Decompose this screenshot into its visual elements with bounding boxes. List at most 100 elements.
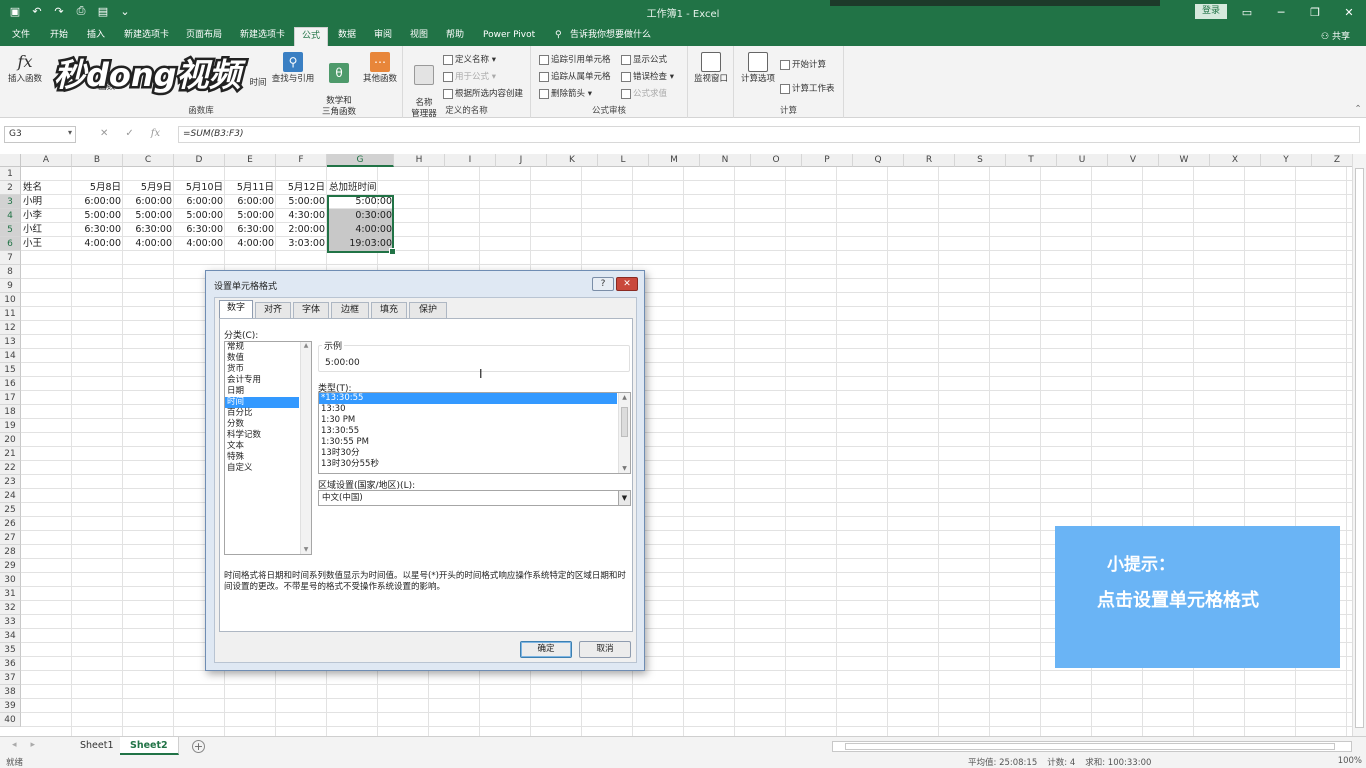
column-header[interactable]: H [394,154,445,167]
create-from-selection-button[interactable]: 根据所选内容创建 [443,87,523,99]
cell[interactable]: 19:03:00 [327,237,394,251]
formula-input[interactable]: =SUM(B3:F3) [178,126,1360,143]
tab-new-1[interactable]: 新建选项卡 [120,27,173,46]
dialog-tab-number[interactable]: 数字 [219,300,253,319]
tab-formulas[interactable]: 公式 [294,27,328,46]
category-item[interactable]: 日期 [225,386,311,397]
cell[interactable]: 5:00:00 [225,209,276,223]
trace-precedents-button[interactable]: 追踪引用单元格 [539,53,611,65]
tab-review[interactable]: 审阅 [370,27,396,46]
cell[interactable]: 4:00:00 [123,237,174,251]
type-item[interactable]: 13时30分55秒 [319,459,617,470]
column-header[interactable]: R [904,154,955,167]
row-header[interactable]: 11 [0,307,21,321]
category-item[interactable]: 文本 [225,441,311,452]
dialog-tab-fill[interactable]: 填充 [371,302,407,318]
tab-view[interactable]: 视图 [406,27,432,46]
chevron-down-icon[interactable]: ▼ [618,491,630,505]
tab-power-pivot[interactable]: Power Pivot [479,27,539,46]
cell[interactable]: 6:00:00 [174,195,225,209]
cell[interactable]: 5月9日 [123,181,174,195]
sheet-nav-arrows[interactable]: ◂▸ [12,740,49,750]
row-header[interactable]: 4 [0,209,21,223]
cell[interactable]: 6:30:00 [123,223,174,237]
column-header[interactable]: A [21,154,72,167]
cell[interactable]: 5月12日 [276,181,327,195]
cell[interactable]: 5月11日 [225,181,276,195]
scroll-down-icon[interactable]: ▼ [301,546,311,553]
column-header[interactable]: K [547,154,598,167]
row-header[interactable]: 2 [0,181,21,195]
zoom-level[interactable]: 100% [1338,756,1362,766]
dialog-tab-alignment[interactable]: 对齐 [255,302,291,318]
maximize-icon[interactable]: ❐ [1298,0,1332,24]
enter-icon[interactable]: ✓ [125,128,133,139]
tell-me-input[interactable]: 告诉我你想要做什么 [566,27,655,46]
cell[interactable]: 小明 [21,195,72,209]
type-item[interactable]: 1:30 PM [319,415,617,426]
row-header[interactable]: 34 [0,629,21,643]
tab-new-2[interactable]: 新建选项卡 [236,27,289,46]
row-header[interactable]: 22 [0,461,21,475]
column-header[interactable]: X [1210,154,1261,167]
share-button[interactable]: ⚇ 共享 [1321,29,1350,42]
cell[interactable]: 5:00:00 [327,195,394,209]
row-header[interactable]: 30 [0,573,21,587]
tell-me-icon[interactable]: ⚲ [551,27,566,46]
column-header[interactable]: M [649,154,700,167]
cell[interactable]: 5:00:00 [276,195,327,209]
scroll-up-icon[interactable]: ▲ [619,394,630,401]
category-item[interactable]: 数值 [225,353,311,364]
type-list[interactable]: *13:30:55 13:30 1:30 PM 13:30:55 1:30:55 PM 1… [318,392,631,474]
watch-window-button[interactable]: 监视窗口 [690,52,732,85]
row-header[interactable]: 28 [0,545,21,559]
column-header[interactable]: C [123,154,174,167]
column-header[interactable]: F [276,154,327,167]
category-item[interactable]: 科学记数 [225,430,311,441]
column-header[interactable]: N [700,154,751,167]
cell[interactable]: 6:00:00 [225,195,276,209]
row-header[interactable]: 1 [0,167,21,181]
calculation-options-button[interactable]: 计算选项 [738,52,778,85]
category-scrollbar[interactable]: ▲ ▼ [300,342,311,554]
collapse-ribbon-icon[interactable]: ⌃ [1352,104,1364,115]
lookup-reference-button[interactable]: ⚲ 查找与引用 [270,52,316,85]
cell[interactable]: 2:00:00 [276,223,327,237]
define-name-button[interactable]: 定义名称 ▾ [443,53,496,65]
tab-page-layout[interactable]: 页面布局 [182,27,226,46]
calculate-now-button[interactable]: 开始计算 [780,58,826,70]
row-header[interactable]: 27 [0,531,21,545]
sheet-tab-sheet2[interactable]: Sheet2 [120,737,179,755]
column-header[interactable]: V [1108,154,1159,167]
row-header[interactable]: 9 [0,279,21,293]
row-header[interactable]: 13 [0,335,21,349]
name-box[interactable]: G3 [4,126,76,143]
category-item[interactable]: 常规 [225,342,311,353]
row-header[interactable]: 32 [0,601,21,615]
cancel-icon[interactable]: ✕ [100,128,108,139]
row-header[interactable]: 33 [0,615,21,629]
type-scroll-thumb[interactable] [621,407,628,437]
insert-function-icon[interactable]: fx [151,128,160,139]
tab-file[interactable]: 文件 [8,27,34,46]
row-header[interactable]: 31 [0,587,21,601]
remove-arrows-button[interactable]: 删除箭头 ▾ [539,87,592,99]
category-list[interactable]: 常规 数值 货币 会计专用 日期 时间 百分比 分数 科学记数 文本 特殊 自定义 ▲ ▼ [224,341,312,555]
category-item[interactable]: 分数 [225,419,311,430]
category-item[interactable]: 会计专用 [225,375,311,386]
cell[interactable]: 6:30:00 [174,223,225,237]
type-item[interactable]: 1:30:55 PM [319,437,617,448]
row-header[interactable]: 17 [0,391,21,405]
ok-button[interactable]: 确定 [520,641,572,658]
column-header[interactable]: Y [1261,154,1312,167]
row-header[interactable]: 7 [0,251,21,265]
close-window-icon[interactable]: ✕ [1332,0,1366,24]
cell[interactable]: 3:03:00 [276,237,327,251]
row-header[interactable]: 3 [0,195,21,209]
cell[interactable]: 5月8日 [72,181,123,195]
row-header[interactable]: 10 [0,293,21,307]
cell[interactable]: 姓名 [21,181,72,195]
type-item[interactable]: 13时30分 [319,448,617,459]
cell[interactable]: 小王 [21,237,72,251]
row-header[interactable]: 20 [0,433,21,447]
